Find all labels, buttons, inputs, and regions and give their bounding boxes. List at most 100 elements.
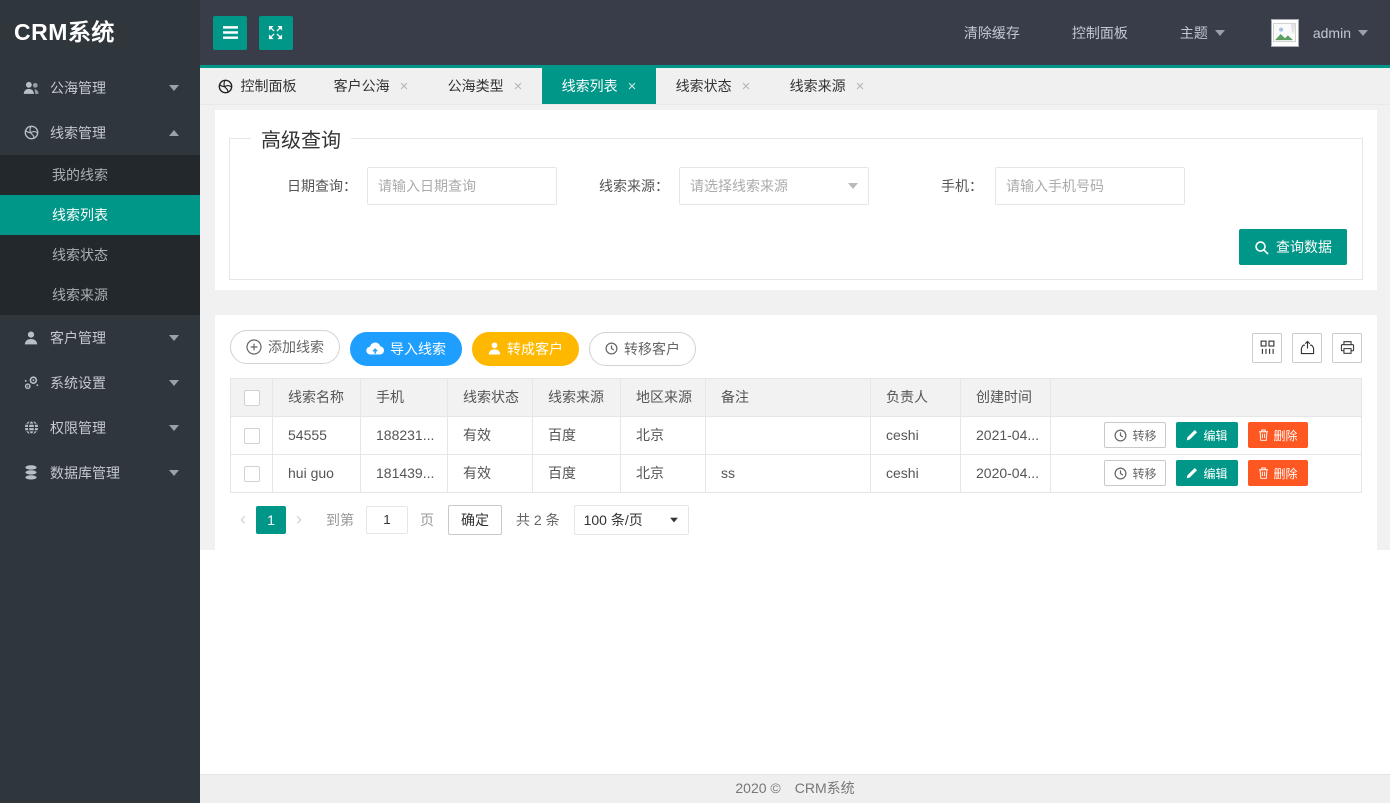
sidebar-item-permission-management[interactable]: 权限管理 — [0, 405, 200, 450]
delete-button[interactable]: 删除 — [1248, 460, 1308, 486]
row-checkbox[interactable] — [244, 428, 260, 444]
close-tab-icon[interactable]: × — [742, 79, 751, 94]
tab-label: 公海类型 — [448, 76, 504, 96]
edit-button[interactable]: 编辑 — [1176, 422, 1237, 448]
table-cell: 北京 — [621, 416, 706, 454]
tab-high-seas-type[interactable]: 公海类型 × — [428, 68, 542, 104]
table-cell: ceshi — [871, 416, 961, 454]
query-field-date-query: 日期查询： — [245, 167, 557, 205]
action-label: 删除 — [1274, 465, 1298, 482]
edit-button[interactable]: 编辑 — [1176, 460, 1237, 486]
topbar-left — [213, 16, 301, 50]
export-button[interactable] — [1292, 333, 1322, 363]
close-tab-icon[interactable]: × — [514, 79, 523, 94]
caret-down-icon — [848, 183, 858, 189]
tab-control-panel[interactable]: 控制面板 — [200, 68, 314, 104]
print-button[interactable] — [1332, 333, 1362, 363]
prev-page-button[interactable]: ‹ — [230, 509, 256, 530]
add-lead-button[interactable]: 添加线索 — [230, 330, 340, 364]
tab-leads-status[interactable]: 线索状态 × — [656, 68, 770, 104]
tab-leads-source[interactable]: 线索来源 × — [770, 68, 884, 104]
transfer-button[interactable]: 转移 — [1104, 460, 1166, 486]
action-label: 删除 — [1274, 427, 1298, 444]
theme-dropdown[interactable]: 主题 — [1180, 23, 1225, 43]
table-cell: 2021-04... — [961, 416, 1051, 454]
broken-image-icon — [1273, 21, 1296, 44]
delete-button[interactable]: 删除 — [1248, 422, 1308, 448]
actions-column-header — [1051, 378, 1362, 416]
username-label: admin — [1313, 25, 1351, 41]
tab-customer-high-seas[interactable]: 客户公海 × — [314, 68, 428, 104]
row-checkbox-cell — [231, 416, 273, 454]
grid-icon — [1260, 340, 1275, 355]
gears-icon — [20, 375, 42, 390]
table-cell: 北京 — [621, 454, 706, 492]
globe-icon — [20, 125, 42, 140]
query-data-button[interactable]: 查询数据 — [1239, 229, 1347, 265]
page-1-button[interactable]: 1 — [256, 506, 286, 534]
topbar-right: 清除缓存 控制面板 主题 admin — [912, 19, 1368, 47]
sidebar-item-customer-management[interactable]: 客户管理 — [0, 315, 200, 360]
confirm-page-button[interactable]: 确定 — [448, 505, 502, 535]
leads-table: 线索名称手机线索状态线索来源地区来源备注负责人创建时间54555188231..… — [230, 378, 1362, 493]
goto-label: 到第 — [326, 510, 354, 530]
sidebar-item-label: 客户管理 — [50, 328, 168, 348]
toolbar-button-label: 导入线索 — [390, 339, 446, 359]
user-dropdown[interactable]: admin — [1313, 25, 1368, 41]
fullscreen-button[interactable] — [259, 16, 293, 50]
sidebar-subitem-leads-source[interactable]: 线索来源 — [0, 275, 200, 315]
goto-page-input[interactable] — [366, 506, 408, 534]
pagination: ‹ 1 › 到第 页 确定 共 2 条 100 条/页 — [230, 505, 1362, 535]
page-size-select[interactable]: 100 条/页 — [574, 505, 689, 535]
table-row: 54555188231...有效百度北京ceshi2021-04...转移编辑删… — [231, 416, 1362, 454]
query-data-label: 查询数据 — [1276, 237, 1332, 257]
cloud-upload-icon — [366, 342, 384, 355]
convert-to-customer-button[interactable]: 转成客户 — [472, 332, 579, 366]
close-tab-icon[interactable]: × — [400, 79, 409, 94]
row-checkbox-cell — [231, 454, 273, 492]
column-header: 创建时间 — [961, 378, 1051, 416]
page-suffix-label: 页 — [420, 510, 434, 530]
close-tab-icon[interactable]: × — [856, 79, 865, 94]
sidebar-item-leads-management[interactable]: 线索管理 — [0, 110, 200, 155]
next-page-button[interactable]: › — [286, 509, 312, 530]
table-row: hui guo181439...有效百度北京ssceshi2020-04...转… — [231, 454, 1362, 492]
filter-columns-button[interactable] — [1252, 333, 1282, 363]
query-fieldset: 高级查询 日期查询：线索来源：请选择线索来源手机： 查询数据 — [229, 124, 1363, 280]
caret-down-icon — [168, 425, 180, 431]
column-header: 地区来源 — [621, 378, 706, 416]
control-panel-link[interactable]: 控制面板 — [1072, 23, 1128, 43]
phone-input[interactable] — [995, 167, 1185, 205]
lead-source-select[interactable]: 请选择线索来源 — [679, 167, 869, 205]
tab-leads-list[interactable]: 线索列表× — [542, 68, 656, 104]
sidebar-item-system-settings[interactable]: 系统设置 — [0, 360, 200, 405]
transfer-button[interactable]: 转移 — [1104, 422, 1166, 448]
clear-cache-link[interactable]: 清除缓存 — [964, 23, 1020, 43]
transfer-customer-button[interactable]: 转移客户 — [589, 332, 696, 366]
collapse-sidebar-button[interactable] — [213, 16, 247, 50]
avatar[interactable] — [1271, 19, 1299, 47]
date-query-input[interactable] — [367, 167, 557, 205]
select-placeholder: 请选择线索来源 — [690, 176, 788, 196]
sidebar-subitem-leads-list[interactable]: 线索列表 — [0, 195, 200, 235]
print-icon — [1340, 340, 1355, 355]
table-cell: 181439... — [361, 454, 448, 492]
advanced-query-panel: 高级查询 日期查询：线索来源：请选择线索来源手机： 查询数据 — [215, 110, 1377, 290]
sidebar-item-high-seas-management[interactable]: 公海管理 — [0, 65, 200, 110]
tab-label: 线索来源 — [790, 76, 846, 96]
tab-label: 客户公海 — [334, 76, 390, 96]
action-label: 编辑 — [1203, 427, 1227, 444]
caret-down-icon — [1215, 30, 1225, 36]
sidebar-subitem-leads-status[interactable]: 线索状态 — [0, 235, 200, 275]
close-tab-icon[interactable]: × — [628, 79, 637, 94]
table-toolbar: 添加线索 导入线索 转成客户转移客户 — [230, 330, 1362, 366]
row-checkbox[interactable] — [244, 466, 260, 482]
sidebar-subitem-my-leads[interactable]: 我的线索 — [0, 155, 200, 195]
users-icon — [20, 81, 42, 95]
sidebar-item-database-management[interactable]: 数据库管理 — [0, 450, 200, 495]
edit-icon — [1186, 467, 1198, 479]
tab-label: 线索状态 — [676, 76, 732, 96]
import-leads-button[interactable]: 导入线索 — [350, 332, 462, 366]
select-all-checkbox[interactable] — [244, 390, 260, 406]
topbar: 清除缓存 控制面板 主题 admin — [200, 0, 1390, 65]
